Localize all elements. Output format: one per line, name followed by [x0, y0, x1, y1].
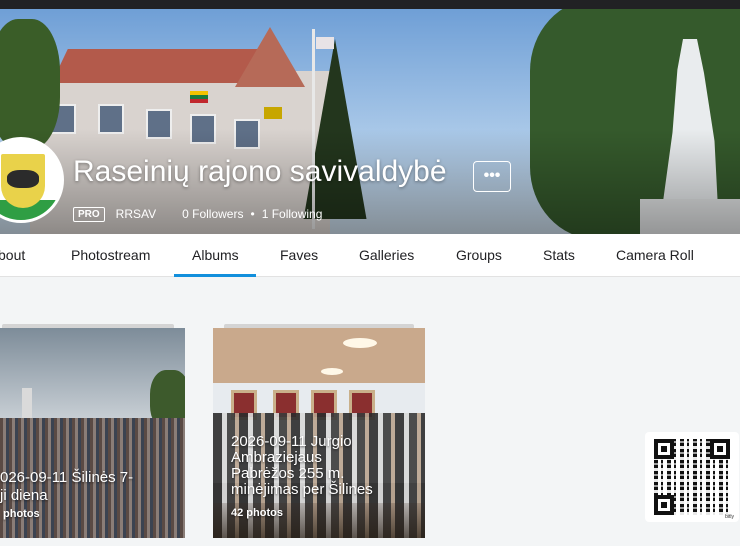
profile-nav: bout Photostream Albums Faves Galleries … [0, 234, 740, 277]
profile-meta: PRO RRSAV 0 Followers • 1 Following [73, 206, 322, 222]
tab-photostream[interactable]: Photostream [71, 247, 150, 263]
album-card[interactable]: 026-09-11 Šilinės 7- ji diena photos [0, 328, 185, 538]
album-title: 026-09-11 Šilinės 7- [0, 469, 134, 486]
tab-stats[interactable]: Stats [543, 247, 575, 263]
more-options-button[interactable]: ••• [473, 161, 511, 192]
page-title: Raseinių rajono savivaldybė [73, 155, 447, 188]
album-photo-count: photos [3, 508, 40, 520]
qr-brand-label: bitly [725, 514, 734, 520]
album-title: Pabrėžos 255 m. [231, 465, 345, 482]
following-link[interactable]: 1 Following [262, 207, 323, 221]
cover-flag [264, 107, 282, 119]
album-title: Ambraziejaus [231, 449, 322, 466]
cover-flag [316, 37, 334, 49]
album-title: minėjimas per Šilines [231, 481, 373, 498]
tab-groups[interactable]: Groups [456, 247, 502, 263]
album-title: ji diena [0, 487, 48, 504]
album-cover-light [321, 368, 343, 375]
top-bar [0, 0, 740, 9]
qr-code-widget[interactable]: bitly [645, 432, 739, 522]
active-tab-indicator [174, 274, 256, 277]
album-photo-count: 42 photos [231, 507, 283, 519]
lynx-icon [7, 170, 39, 188]
followers-link[interactable]: 0 Followers [182, 207, 243, 221]
cover-flag [190, 91, 208, 103]
tab-camera-roll[interactable]: Camera Roll [616, 247, 694, 263]
cover-photo: Raseinių rajono savivaldybė ••• PRO RRSA… [0, 9, 740, 234]
qr-finder-icon [654, 495, 674, 515]
username: RRSAV [115, 207, 157, 221]
tab-about[interactable]: bout [0, 247, 25, 263]
pro-badge: PRO [73, 206, 105, 222]
album-cover-light [343, 338, 377, 348]
tab-galleries[interactable]: Galleries [359, 247, 414, 263]
coat-of-arms-icon [1, 154, 45, 208]
qr-finder-icon [654, 439, 674, 459]
tab-faves[interactable]: Faves [280, 247, 318, 263]
album-title: 2026-09-11 Jurgio [231, 433, 352, 450]
qr-finder-icon [710, 439, 730, 459]
album-cover-ceiling [213, 328, 425, 383]
album-cover-tower [22, 388, 32, 422]
tab-albums[interactable]: Albums [192, 247, 239, 263]
meta-separator: • [250, 207, 255, 221]
album-card[interactable]: 2026-09-11 Jurgio Ambraziejaus Pabrėžos … [213, 328, 425, 538]
